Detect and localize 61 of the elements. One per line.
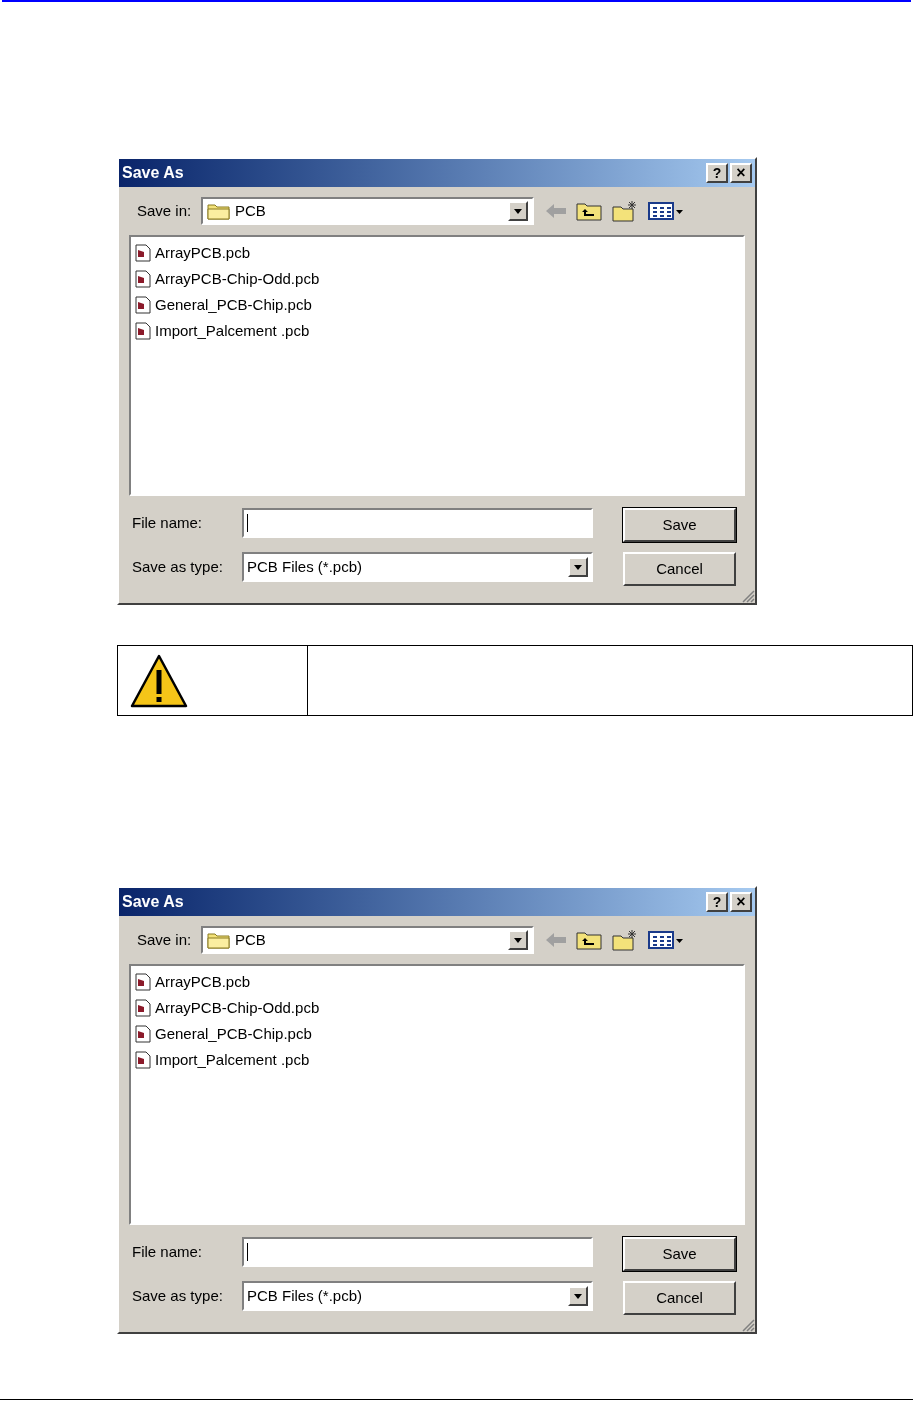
new-folder-icon[interactable] <box>612 200 638 222</box>
cancel-button[interactable]: Cancel <box>623 1281 736 1315</box>
file-item[interactable]: ArrayPCB.pcb <box>135 969 743 995</box>
folder-icon <box>207 931 231 949</box>
caret-icon <box>574 564 582 570</box>
save-as-type-label: Save as type: <box>132 1285 224 1306</box>
file-item[interactable]: ArrayPCB-Chip-Odd.pcb <box>135 266 743 292</box>
file-type: PCB Files (*.pcb) <box>247 556 364 577</box>
window-title: Save As <box>122 163 185 183</box>
folder-name: PCB <box>235 200 267 221</box>
cancel-button[interactable]: Cancel <box>623 552 736 586</box>
caret-icon <box>514 937 522 943</box>
file-icon <box>135 999 151 1017</box>
warning-icon <box>130 653 188 708</box>
file-item[interactable]: Import_Palcement .pcb <box>135 1047 743 1073</box>
file-icon <box>135 270 151 288</box>
close-button[interactable]: × <box>730 892 752 912</box>
dropdown-button[interactable] <box>508 930 528 950</box>
save-in-combobox[interactable]: PCB <box>201 197 534 225</box>
help-button[interactable]: ? <box>706 892 728 912</box>
file-icon <box>135 1025 151 1043</box>
file-type: PCB Files (*.pcb) <box>247 1285 364 1306</box>
view-menu-icon[interactable] <box>648 201 684 221</box>
file-icon <box>135 973 151 991</box>
file-icon <box>135 296 151 314</box>
file-item[interactable]: General_PCB-Chip.pcb <box>135 1021 743 1047</box>
file-name-label: File name: <box>132 1241 204 1262</box>
resize-grip-icon <box>741 1318 755 1332</box>
file-item[interactable]: ArrayPCB.pcb <box>135 240 743 266</box>
save-in-label: Save in: <box>137 929 193 950</box>
file-item[interactable]: ArrayPCB-Chip-Odd.pcb <box>135 995 743 1021</box>
resize-grip-icon <box>741 589 755 603</box>
folder-name: PCB <box>235 929 267 950</box>
file-name-field[interactable] <box>242 508 593 538</box>
file-icon <box>135 322 151 340</box>
save-in-combobox[interactable]: PCB <box>201 926 534 954</box>
dropdown-button[interactable] <box>568 557 588 577</box>
window-title: Save As <box>122 892 185 912</box>
file-item[interactable]: Import_Palcement .pcb <box>135 318 743 344</box>
caret-icon <box>574 1293 582 1299</box>
file-icon <box>135 244 151 262</box>
file-icon <box>135 1051 151 1069</box>
close-button[interactable]: × <box>730 163 752 183</box>
save-as-type-combobox[interactable]: PCB Files (*.pcb) <box>242 552 593 582</box>
file-name-label: File name: <box>132 512 204 533</box>
caret-icon <box>514 208 522 214</box>
save-as-type-label: Save as type: <box>132 556 224 577</box>
folder-icon <box>207 202 231 220</box>
help-button[interactable]: ? <box>706 163 728 183</box>
dropdown-button[interactable] <box>568 1286 588 1306</box>
view-menu-icon[interactable] <box>648 930 684 950</box>
save-button[interactable]: Save <box>623 508 736 542</box>
up-folder-icon[interactable] <box>576 201 602 221</box>
file-name-field[interactable] <box>242 1237 593 1267</box>
dropdown-button[interactable] <box>508 201 528 221</box>
save-as-type-combobox[interactable]: PCB Files (*.pcb) <box>242 1281 593 1311</box>
save-button[interactable]: Save <box>623 1237 736 1271</box>
up-folder-icon[interactable] <box>576 930 602 950</box>
file-item[interactable]: General_PCB-Chip.pcb <box>135 292 743 318</box>
new-folder-icon[interactable] <box>612 929 638 951</box>
save-in-label: Save in: <box>137 200 193 221</box>
